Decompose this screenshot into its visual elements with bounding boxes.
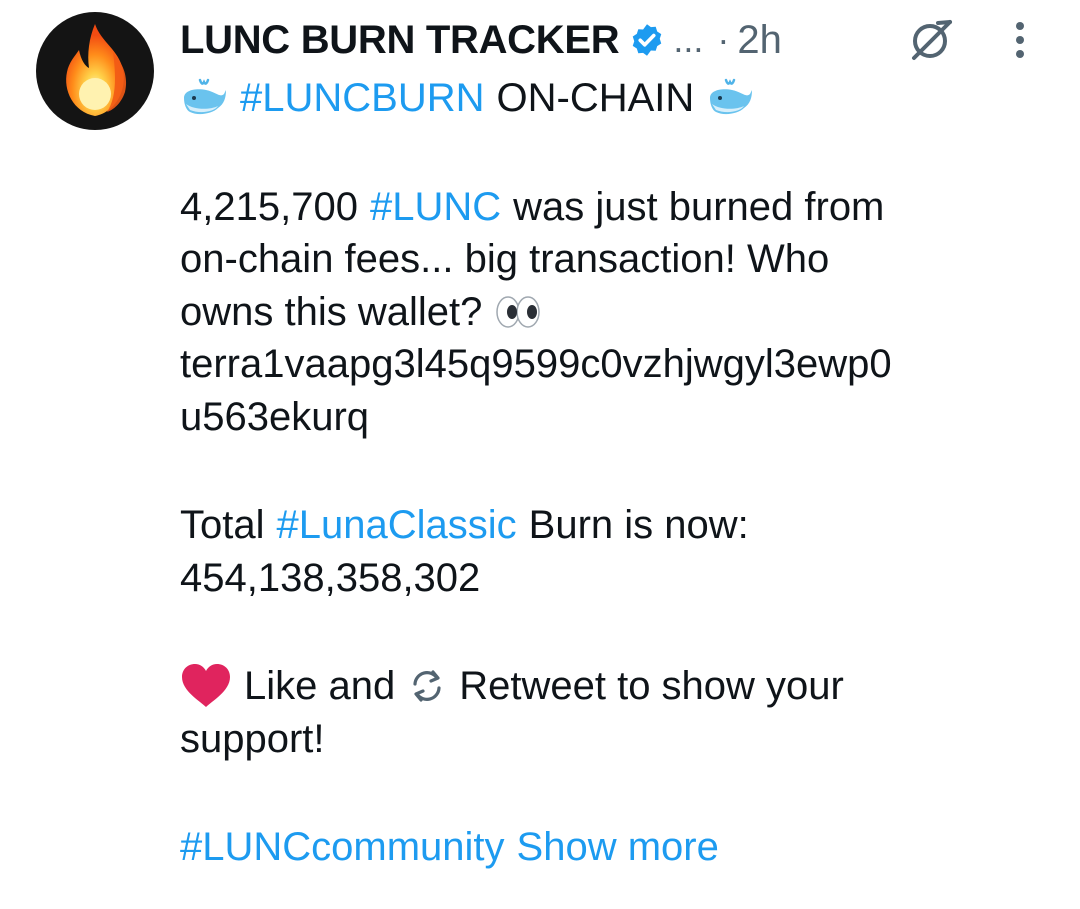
author-name[interactable]: LUNC BURN TRACKER (180, 18, 620, 63)
timestamp[interactable]: 2h (737, 18, 782, 63)
cta-like: Like and (244, 664, 396, 708)
name-truncation: ... (673, 19, 704, 60)
eyes-icon (494, 294, 542, 330)
show-more-link[interactable]: Show more (517, 821, 719, 874)
community-line: #LUNCcommunity Show more (180, 821, 1040, 874)
total-line: Total #LunaClassic Burn is now: (180, 499, 1040, 552)
wallet-question: owns this wallet? (180, 289, 483, 334)
avatar[interactable] (36, 12, 154, 130)
total-prefix: Total (180, 503, 265, 547)
burn-amount: 4,215,700 (180, 184, 358, 229)
whale-icon (706, 78, 754, 118)
hashtag-lunc[interactable]: #LUNC (370, 181, 501, 234)
wallet-question-line: owns this wallet? (180, 286, 1040, 339)
burn-text: was just burned from (513, 184, 885, 229)
separator-dot: · (717, 19, 730, 60)
hashtag-lunccommunity[interactable]: #LUNCcommunity (180, 821, 505, 874)
retweet-arrows-icon (407, 666, 447, 706)
fees-line: on-chain fees... big transaction! Who (180, 237, 830, 281)
fire-icon (66, 24, 127, 116)
headline-line: #LUNCBURN ON-CHAIN (180, 72, 1040, 125)
total-amount: 454,138,358,302 (180, 555, 481, 600)
grok-icon[interactable] (908, 16, 956, 64)
cta-retweet: Retweet to show your (459, 664, 844, 708)
cta-end: support! (180, 716, 325, 761)
burn-line: 4,215,700 #LUNC was just burned from (180, 181, 1040, 234)
wallet-address-line-2: u563ekurq (180, 394, 370, 439)
cta-line: Like and Retweet to show your (180, 660, 1040, 713)
tweet-text: #LUNCBURN ON-CHAIN 4,215,700 #LUNC was j… (180, 72, 1040, 874)
headline-text: ON-CHAIN (496, 76, 695, 120)
red-heart-icon (180, 663, 232, 709)
wallet-address-line-1: terra1vaapg3l45q9599c0vzhjwgyl3ewp0 (180, 342, 892, 386)
tweet-header: LUNC BURN TRACKER ... · 2h (180, 12, 1060, 68)
hashtag-luncburn[interactable]: #LUNCBURN (240, 72, 485, 125)
whale-icon (180, 78, 228, 118)
verified-badge-icon (629, 22, 665, 58)
more-vertical-icon[interactable] (1008, 16, 1032, 64)
hashtag-lunaclassic[interactable]: #LunaClassic (277, 499, 517, 552)
total-suffix: Burn is now: (528, 503, 749, 547)
